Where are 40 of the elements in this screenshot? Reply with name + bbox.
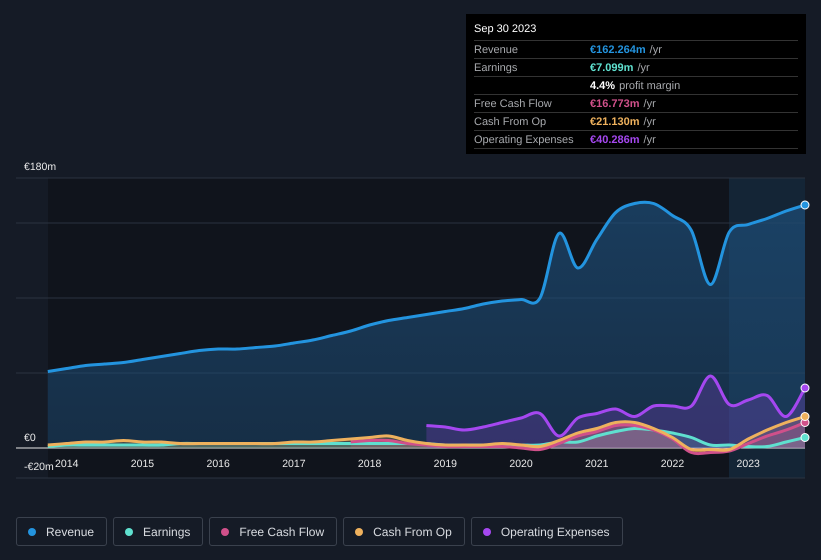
legend-toggle[interactable]: Cash From Op [343, 517, 465, 546]
unit-text: /yr [644, 116, 656, 128]
metric-value: €40.286m [590, 134, 640, 146]
x-axis-label: 2022 [660, 458, 684, 470]
end-point-marker [800, 200, 810, 210]
end-point-marker [800, 412, 810, 421]
metric-value: €16.773m [590, 98, 640, 110]
unit-text: /yr [644, 134, 656, 146]
metric-label: Operating Expenses [474, 134, 575, 146]
metric-label: Earnings [474, 62, 518, 74]
y-axis-label: €0 [24, 432, 36, 444]
y-axis-label: -€20m [24, 461, 54, 473]
x-axis-label: 2023 [736, 458, 760, 470]
legend-toggle[interactable]: Operating Expenses [470, 517, 623, 546]
x-axis-label: 2016 [206, 458, 230, 470]
x-axis-label: 2015 [130, 458, 154, 470]
x-axis-label: 2021 [585, 458, 608, 470]
unit-text: /yr [637, 62, 650, 74]
unit-text: /yr [644, 98, 656, 110]
legend-toggle[interactable]: Free Cash Flow [209, 517, 338, 546]
margin-value: 4.4% [590, 80, 616, 92]
legend-toggle[interactable]: Earnings [113, 517, 204, 546]
end-point-marker [800, 433, 810, 442]
metric-value: €21.130m [590, 116, 640, 128]
legend-toggle[interactable]: Revenue [16, 517, 108, 546]
x-axis-label: 2020 [509, 458, 533, 470]
margin-text: profit margin [619, 80, 680, 92]
metric-value: €7.099m [590, 62, 634, 74]
metric-label: Revenue [474, 44, 520, 56]
metric-value: €162.264m [590, 44, 646, 56]
metric-label: Free Cash Flow [474, 98, 553, 110]
x-axis-label: 2014 [55, 458, 78, 470]
x-axis-label: 2019 [434, 458, 457, 470]
end-point-marker [800, 384, 810, 392]
unit-text: /yr [650, 44, 662, 56]
tooltip-date: Sep 30 2023 [474, 23, 798, 41]
x-axis-label: 2018 [358, 458, 382, 470]
x-axis-label: 2017 [282, 458, 306, 470]
metric-label: Cash From Op [474, 116, 548, 128]
y-axis-label: €180m [24, 161, 56, 173]
